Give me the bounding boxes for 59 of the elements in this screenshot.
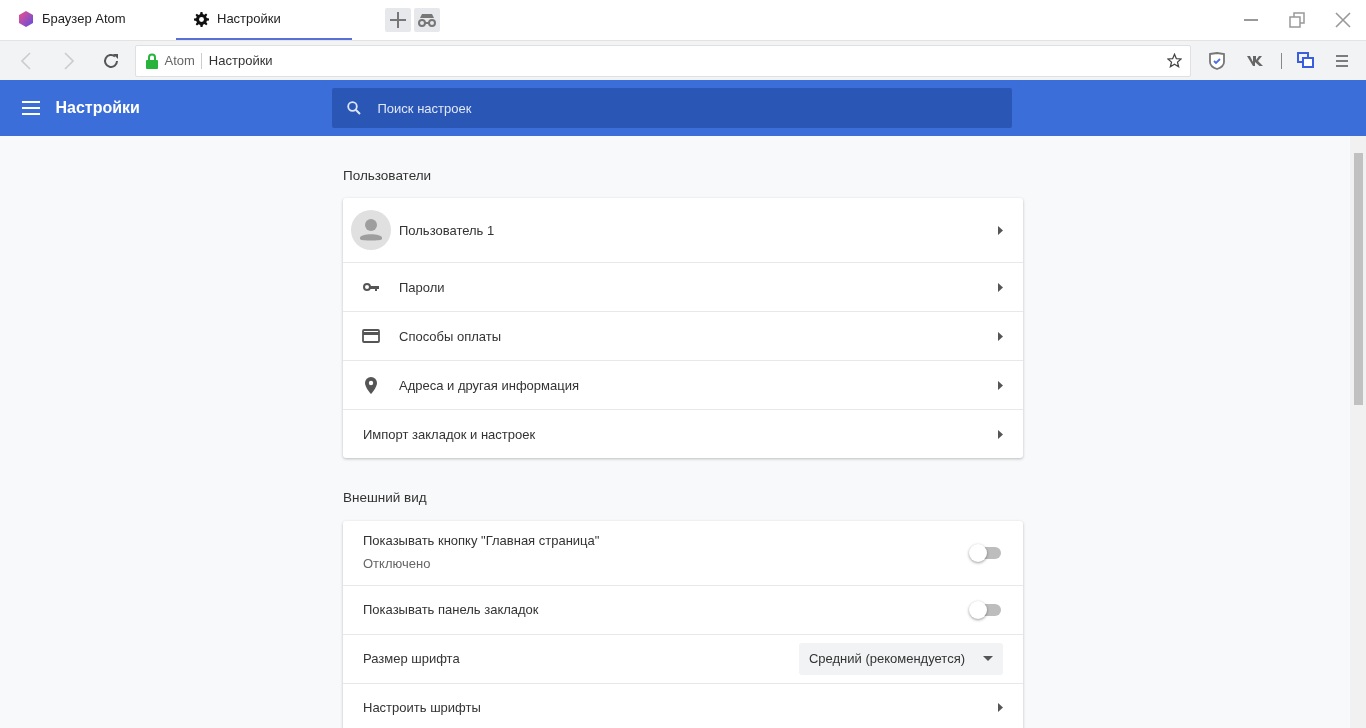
plus-icon xyxy=(388,11,407,29)
search-icon xyxy=(346,101,361,115)
settings-row[interactable]: Размер шрифта Средний (рекомендуется) xyxy=(343,633,1023,683)
setting-label: Способы оплаты xyxy=(399,327,503,346)
chevron-right-icon xyxy=(998,331,1003,341)
section-title: Внешний вид xyxy=(343,489,428,508)
font-size-dropdown[interactable]: Средний (рекомендуется) xyxy=(798,642,1003,675)
site-name: Atom xyxy=(164,51,195,70)
new-tab-button[interactable] xyxy=(384,8,411,32)
dropdown-caret-icon xyxy=(983,656,993,661)
page-heading: Настройки xyxy=(55,98,141,118)
chevron-right-icon xyxy=(998,380,1003,390)
menu-icon xyxy=(22,101,40,115)
windows-icon xyxy=(1297,51,1315,70)
incognito-icon xyxy=(416,13,437,27)
restore-icon xyxy=(1289,12,1305,28)
menu-icon xyxy=(1336,54,1348,67)
setting-label: Настроить шрифты xyxy=(363,698,482,717)
settings-row[interactable]: Пользователь 1 xyxy=(343,198,1023,263)
key-icon xyxy=(362,283,380,292)
minimize-icon xyxy=(1244,19,1258,21)
setting-label: Размер шрифта xyxy=(363,649,461,668)
page-title: Настройки xyxy=(208,51,273,70)
toggle-switch[interactable] xyxy=(969,544,1003,561)
star-icon[interactable] xyxy=(1166,53,1182,68)
setting-label: Показывать кнопку "Главная страница" xyxy=(363,532,601,551)
lock-icon xyxy=(146,52,158,69)
settings-row[interactable]: Адреса и другая информация xyxy=(343,360,1023,410)
avatar-icon xyxy=(351,210,391,251)
scrollbar[interactable] xyxy=(1350,136,1366,728)
setting-label: Импорт закладок и настроек xyxy=(363,425,537,444)
chevron-right-icon xyxy=(998,703,1003,712)
scrollbar-thumb[interactable] xyxy=(1354,153,1363,405)
credit-card-icon xyxy=(362,329,380,344)
incognito-button[interactable] xyxy=(413,8,440,32)
setting-label: Пароли xyxy=(399,278,446,297)
gear-icon xyxy=(194,11,209,27)
chevron-right-icon xyxy=(998,225,1003,235)
settings-row[interactable]: Настроить шрифты xyxy=(343,682,1023,728)
settings-row[interactable]: Способы оплаты xyxy=(343,311,1023,361)
location-pin-icon xyxy=(365,376,377,394)
reload-icon xyxy=(102,51,120,70)
search-field[interactable]: Поиск настроек xyxy=(331,88,1012,128)
toggle-switch[interactable] xyxy=(969,601,1003,618)
hexagon-logo-icon xyxy=(18,11,34,27)
close-icon xyxy=(1335,12,1351,28)
setting-label: Показывать панель закладок xyxy=(363,600,540,619)
browser-tab[interactable]: Браузер Atom xyxy=(0,0,176,40)
shield-icon xyxy=(1208,51,1225,70)
section-title: Пользователи xyxy=(343,167,433,185)
vk-icon xyxy=(1247,55,1265,66)
setting-label: Пользователь 1 xyxy=(399,221,496,240)
address-bar[interactable]: Atom Настройки xyxy=(135,44,1191,77)
settings-row[interactable]: Импорт закладок и настроек xyxy=(343,409,1023,459)
chevron-right-icon xyxy=(998,282,1003,292)
chevron-right-icon xyxy=(998,429,1003,439)
settings-row[interactable]: Пароли xyxy=(343,262,1023,312)
setting-label: Адреса и другая информация xyxy=(399,376,580,395)
setting-status: Отключено xyxy=(363,555,432,574)
